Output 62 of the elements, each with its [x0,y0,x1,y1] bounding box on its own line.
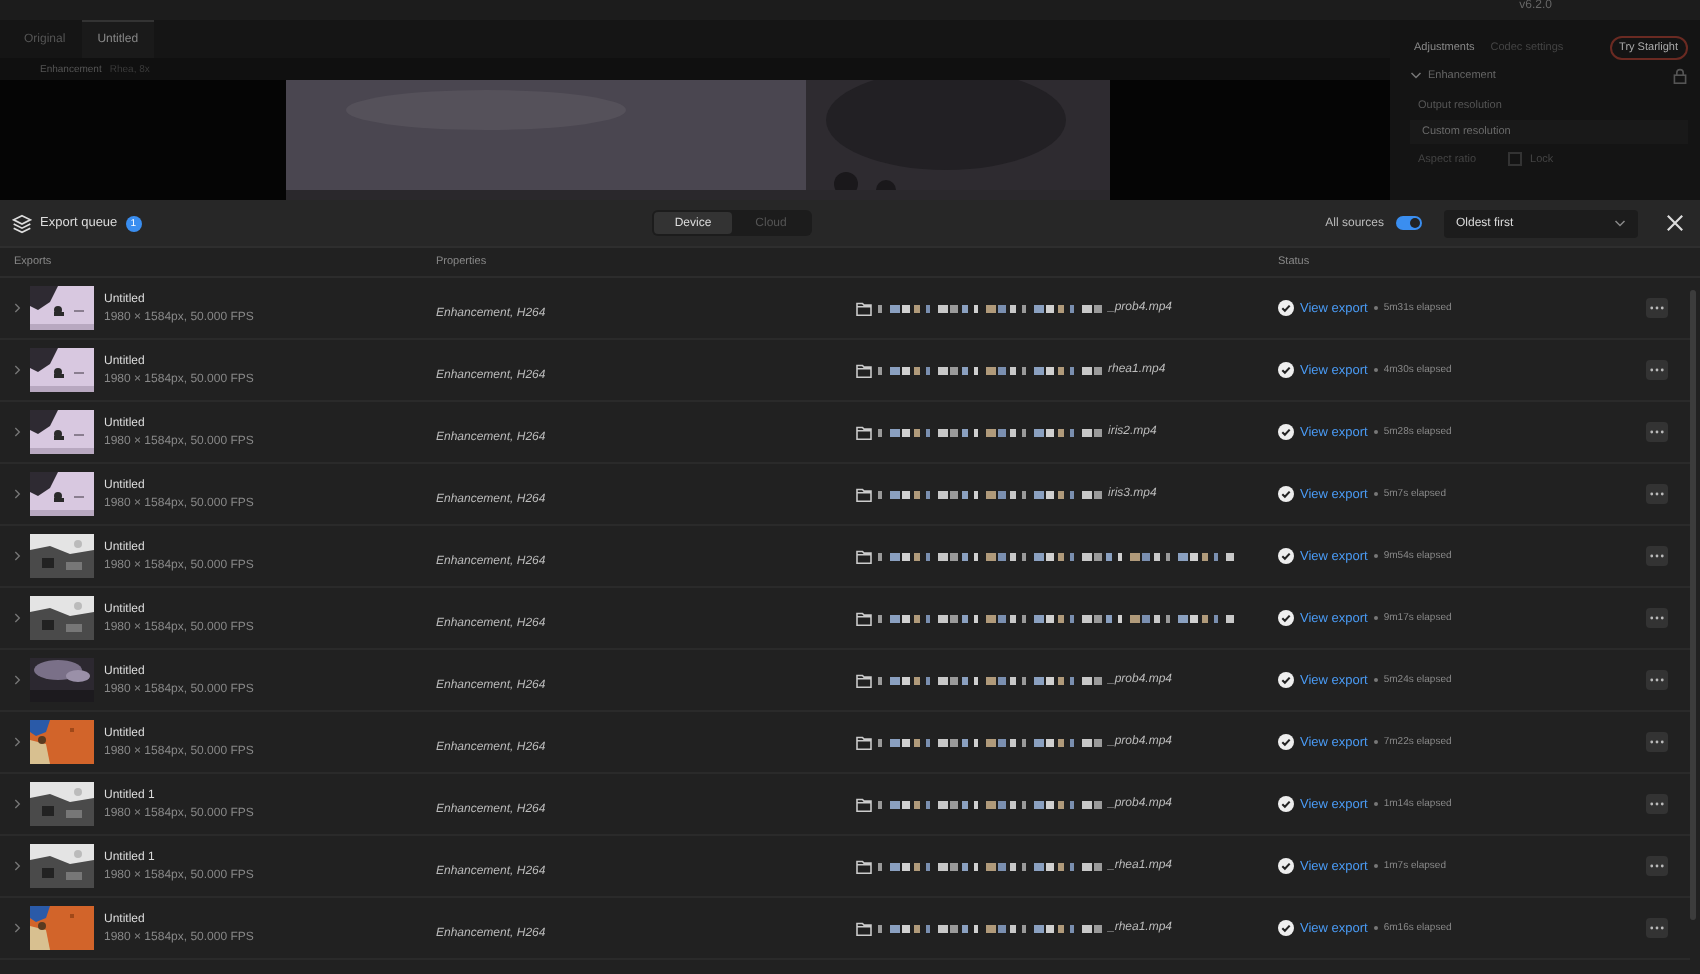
check-circle-icon [1278,796,1294,812]
more-button[interactable] [1646,298,1668,318]
lock-icon [1672,68,1688,84]
expand-chevron-icon[interactable] [14,736,22,748]
separator-dot [1373,430,1378,434]
expand-chevron-icon[interactable] [14,426,22,438]
expand-chevron-icon[interactable] [14,612,22,624]
folder-icon[interactable] [856,921,872,935]
separator-dot [1373,678,1378,682]
folder-icon[interactable] [856,735,872,749]
check-circle-icon [1278,362,1294,378]
caret-icon [1410,70,1422,82]
check-circle-icon [1278,672,1294,688]
more-button[interactable] [1646,918,1668,938]
more-button[interactable] [1646,422,1668,442]
folder-icon[interactable] [856,363,872,377]
caret-icon [1614,217,1626,229]
check-circle-icon [1278,424,1294,440]
check-circle-icon [1278,300,1294,316]
more-button[interactable] [1646,856,1668,876]
stack-icon [12,213,32,233]
expand-chevron-icon[interactable] [14,860,22,872]
expand-chevron-icon[interactable] [14,798,22,810]
folder-icon[interactable] [856,549,872,563]
separator-dot [1373,306,1378,310]
expand-chevron-icon[interactable] [14,364,22,376]
more-button[interactable] [1646,546,1668,566]
check-circle-icon [1278,486,1294,502]
separator-dot [1373,616,1378,620]
more-button[interactable] [1646,670,1668,690]
folder-icon[interactable] [856,859,872,873]
folder-icon[interactable] [856,611,872,625]
expand-chevron-icon[interactable] [14,550,22,562]
separator-dot [1373,554,1378,558]
all-sources-toggle[interactable] [1396,216,1422,230]
separator-dot [1373,740,1378,744]
check-circle-icon [1278,920,1294,936]
folder-icon[interactable] [856,425,872,439]
expand-chevron-icon[interactable] [14,674,22,686]
separator-dot [1373,368,1378,372]
check-circle-icon [1278,548,1294,564]
folder-icon[interactable] [856,487,872,501]
expand-chevron-icon[interactable] [14,302,22,314]
close-icon[interactable] [1666,214,1684,232]
separator-dot [1373,926,1378,930]
expand-chevron-icon[interactable] [14,922,22,934]
folder-icon[interactable] [856,797,872,811]
more-button[interactable] [1646,732,1668,752]
folder-icon[interactable] [856,301,872,315]
more-button[interactable] [1646,794,1668,814]
more-button[interactable] [1646,608,1668,628]
separator-dot [1373,864,1378,868]
expand-chevron-icon[interactable] [14,488,22,500]
check-circle-icon [1278,858,1294,874]
lock-checkbox[interactable] [1508,152,1523,166]
folder-icon[interactable] [856,673,872,687]
more-button[interactable] [1646,360,1668,380]
separator-dot [1373,802,1378,806]
more-button[interactable] [1646,484,1668,504]
separator-dot [1373,492,1378,496]
check-circle-icon [1278,734,1294,750]
check-circle-icon [1278,610,1294,626]
